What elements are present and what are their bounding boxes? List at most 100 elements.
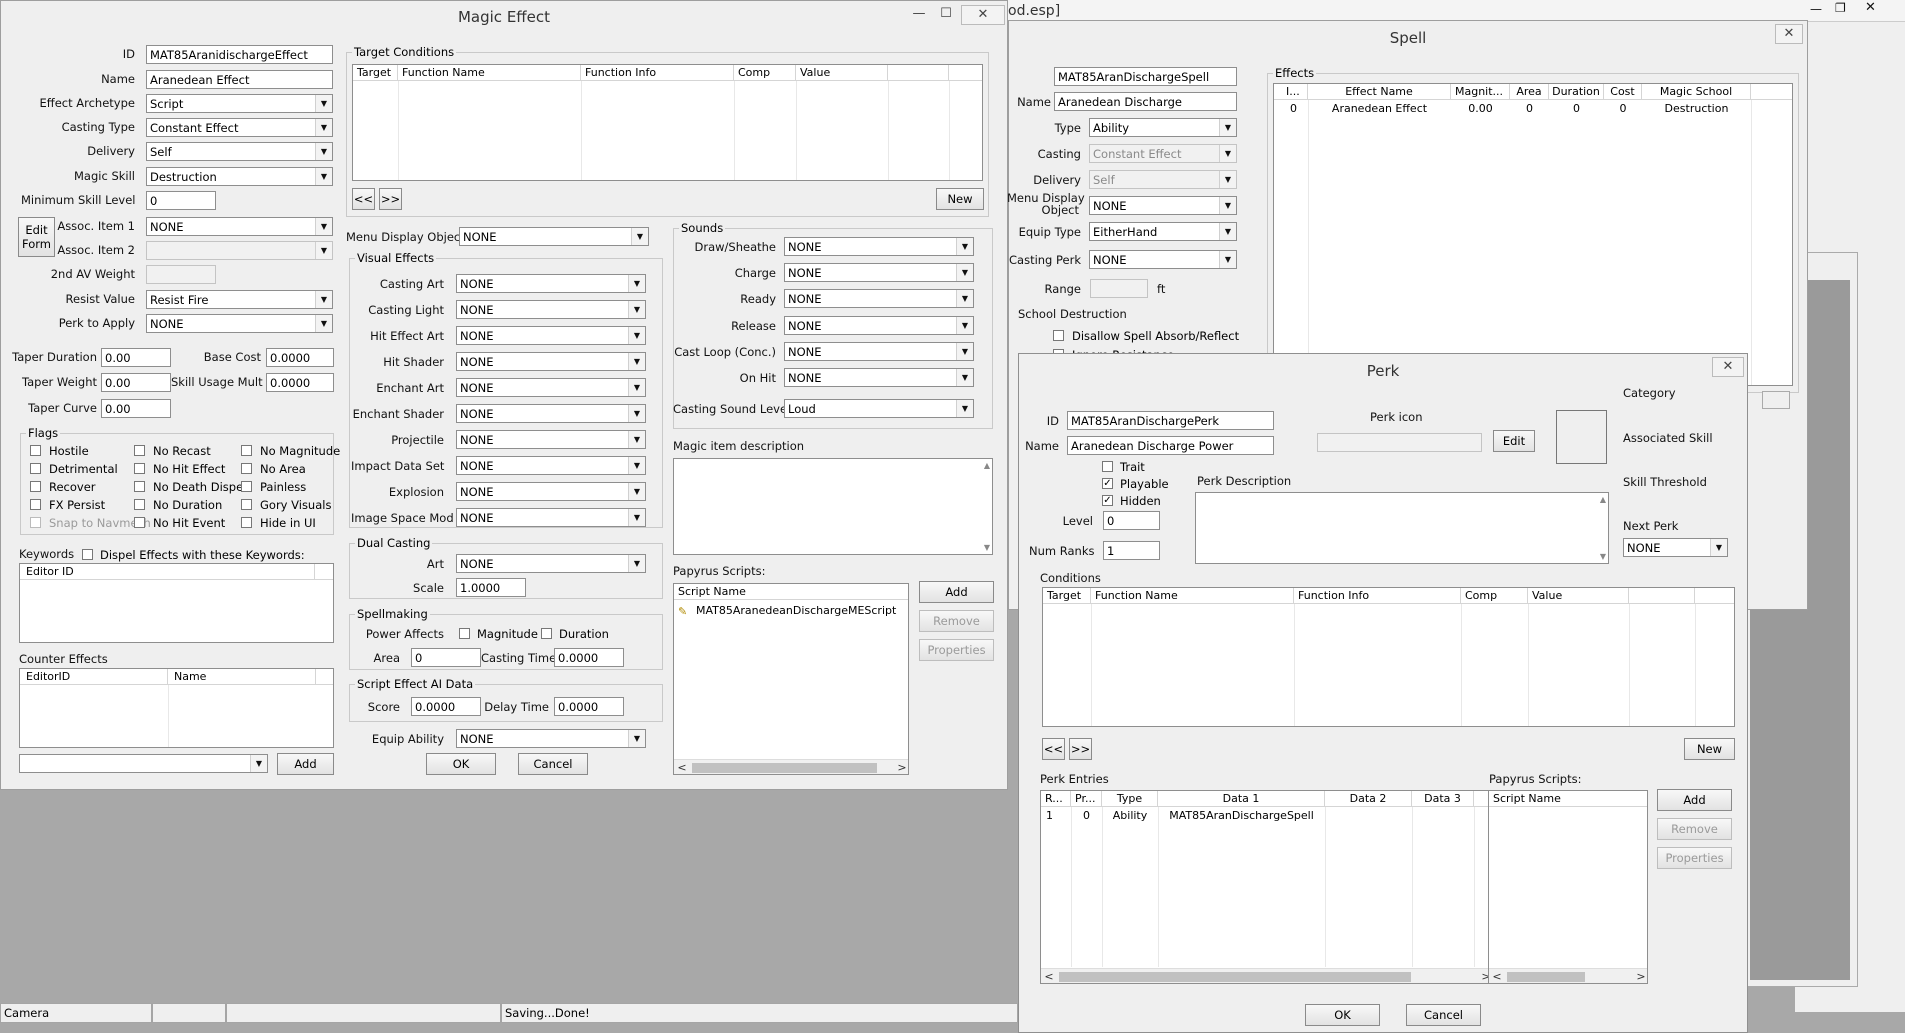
power-magnitude-checkbox[interactable]	[459, 628, 470, 639]
me-taper-weight-input[interactable]: 0.00	[101, 373, 171, 392]
scroll-down-icon[interactable]: ▼	[984, 543, 990, 552]
visual-effect-select[interactable]: NONE ▼	[456, 274, 646, 293]
perk-conditions-header[interactable]: Target	[1043, 588, 1091, 604]
scroll-left-icon[interactable]: <	[1491, 969, 1503, 983]
perk-cancel-button[interactable]: Cancel	[1406, 1004, 1481, 1026]
perk-conditions-header[interactable]: Comp	[1461, 588, 1528, 604]
me-skill-usage-input[interactable]: 0.0000	[266, 373, 334, 392]
sound-select[interactable]: NONE ▼	[784, 289, 974, 309]
me-assoc1-select[interactable]: NONE ▼	[146, 217, 333, 236]
flag-checkbox[interactable]	[134, 445, 145, 456]
papyrus-add-button[interactable]: Add	[919, 581, 994, 603]
me-magic-skill-select[interactable]: Destruction ▼	[146, 167, 333, 186]
trait-checkbox[interactable]	[1102, 461, 1113, 472]
perk-entries-table[interactable]: R... Pr... Type Data 1 Data 2 Data 3 1 0…	[1040, 790, 1493, 984]
perk-close-button[interactable]: ✕	[1712, 357, 1744, 377]
visual-effect-select[interactable]: NONE ▼	[456, 404, 646, 423]
me-name-input[interactable]: Aranedean Effect	[146, 70, 333, 89]
scroll-right-icon[interactable]: >	[896, 760, 908, 774]
background-close-button[interactable]: ✕	[1865, 1, 1876, 15]
spell-effects-header[interactable]: Magnit...	[1451, 84, 1510, 100]
perk-entries-header[interactable]: Data 1	[1158, 791, 1325, 807]
sound-select[interactable]: NONE ▼	[784, 341, 974, 361]
flag-checkbox[interactable]	[30, 463, 41, 474]
visual-effect-select[interactable]: NONE ▼	[456, 482, 646, 501]
perk-description-textarea[interactable]: ▲ ▼	[1195, 492, 1609, 564]
background-restore-button[interactable]: ❐	[1835, 1, 1846, 15]
conditions-header[interactable]: Comp	[734, 65, 796, 81]
me-id-input[interactable]: MAT85AranidischargeEffect	[146, 45, 333, 64]
perk-entries-header[interactable]: R...	[1041, 791, 1071, 807]
flag-checkbox[interactable]	[134, 481, 145, 492]
conditions-prev-button[interactable]: <<	[352, 188, 375, 210]
papyrus-hscroll[interactable]: < >	[674, 759, 908, 774]
perk-entries-header[interactable]: Data 2	[1325, 791, 1412, 807]
scroll-thumb[interactable]	[692, 763, 877, 773]
me-min-skill-input[interactable]: 0	[146, 191, 216, 210]
flag-checkbox[interactable]	[30, 481, 41, 492]
keywords-list[interactable]: Editor ID	[19, 563, 334, 643]
perk-ok-button[interactable]: OK	[1305, 1004, 1380, 1026]
flag-checkbox[interactable]	[30, 499, 41, 510]
visual-effect-select[interactable]: NONE ▼	[456, 378, 646, 397]
close-button[interactable]: ✕	[961, 5, 1005, 25]
flag-checkbox[interactable]	[241, 481, 252, 492]
counter-effect-select[interactable]: ▼	[19, 754, 268, 773]
maximize-button[interactable]: ☐	[936, 5, 956, 25]
perk-name-input[interactable]: Aranedean Discharge Power	[1067, 436, 1274, 455]
counter-effects-list[interactable]: EditorID Name	[19, 668, 334, 748]
minimize-button[interactable]: —	[909, 5, 929, 25]
area-input[interactable]: 0	[411, 648, 481, 667]
flag-checkbox[interactable]	[241, 445, 252, 456]
spell-effects-header[interactable]: Effect Name	[1308, 84, 1451, 100]
perk-conditions-header[interactable]: Function Name	[1091, 588, 1294, 604]
perk-papyrus-hscroll[interactable]: < >	[1489, 968, 1647, 983]
spell-effects-header[interactable]: I...	[1274, 84, 1308, 100]
counter-header[interactable]: EditorID	[20, 669, 168, 685]
perk-conditions-prev-button[interactable]: <<	[1042, 738, 1065, 760]
equip-ability-select[interactable]: NONE ▼	[456, 729, 646, 748]
perk-conditions-header[interactable]: Value	[1528, 588, 1629, 604]
perk-conditions-next-button[interactable]: >>	[1069, 738, 1092, 760]
hidden-checkbox[interactable]: ✓	[1102, 495, 1113, 506]
spell-type-select[interactable]: Ability ▼	[1089, 118, 1237, 137]
perk-papyrus-add-button[interactable]: Add	[1657, 789, 1732, 811]
casting-sound-level-select[interactable]: Loud ▼	[784, 399, 974, 418]
perk-papyrus-list[interactable]: Script Name < >	[1488, 790, 1648, 984]
conditions-next-button[interactable]: >>	[379, 188, 402, 210]
menu-display-select[interactable]: NONE ▼	[459, 227, 649, 246]
casting-time-input[interactable]: 0.0000	[554, 648, 624, 667]
visual-effect-select[interactable]: NONE ▼	[456, 508, 646, 527]
sound-select[interactable]: NONE ▼	[784, 368, 974, 387]
scroll-right-icon[interactable]: >	[1635, 969, 1647, 983]
spell-disallow-checkbox[interactable]	[1053, 330, 1064, 341]
spell-effects-header[interactable]: Duration	[1549, 84, 1604, 100]
perk-ranks-input[interactable]: 1	[1103, 541, 1160, 560]
flag-checkbox[interactable]	[241, 499, 252, 510]
perk-conditions-header[interactable]	[1695, 588, 1734, 604]
perk-icon-edit-button[interactable]: Edit	[1493, 430, 1535, 452]
perk-id-input[interactable]: MAT85AranDischargePerk	[1067, 411, 1274, 430]
spell-effects-table[interactable]: I... Effect Name Magnit... Area Duration…	[1273, 83, 1793, 386]
ok-button[interactable]: OK	[426, 753, 496, 775]
perk-conditions-header[interactable]	[1629, 588, 1695, 604]
conditions-header[interactable]: Value	[796, 65, 888, 81]
list-item[interactable]: ✎ MAT85AranedeanDischargeMEScript	[676, 604, 906, 619]
spell-effects-header[interactable]: Magic School	[1642, 84, 1751, 100]
spell-menu-display-select[interactable]: NONE ▼	[1089, 196, 1237, 215]
flag-checkbox[interactable]	[134, 517, 145, 528]
sound-select[interactable]: NONE ▼	[784, 263, 974, 283]
perk-entries-header[interactable]: Data 3	[1412, 791, 1474, 807]
visual-effect-select[interactable]: NONE ▼	[456, 300, 646, 319]
flag-checkbox[interactable]	[241, 463, 252, 474]
target-conditions-table[interactable]: Target Function Name Function Info Comp …	[352, 64, 983, 181]
sound-select[interactable]: NONE ▼	[784, 315, 974, 335]
keywords-header[interactable]: Editor ID	[20, 564, 315, 580]
scroll-left-icon[interactable]: <	[676, 760, 688, 774]
flag-checkbox[interactable]	[241, 517, 252, 528]
flag-checkbox[interactable]	[134, 463, 145, 474]
description-textarea[interactable]: ▲ ▼	[673, 458, 993, 555]
spell-name-input[interactable]: Aranedean Discharge	[1054, 92, 1237, 111]
flag-checkbox[interactable]	[134, 499, 145, 510]
scroll-up-icon[interactable]: ▲	[1600, 495, 1606, 504]
